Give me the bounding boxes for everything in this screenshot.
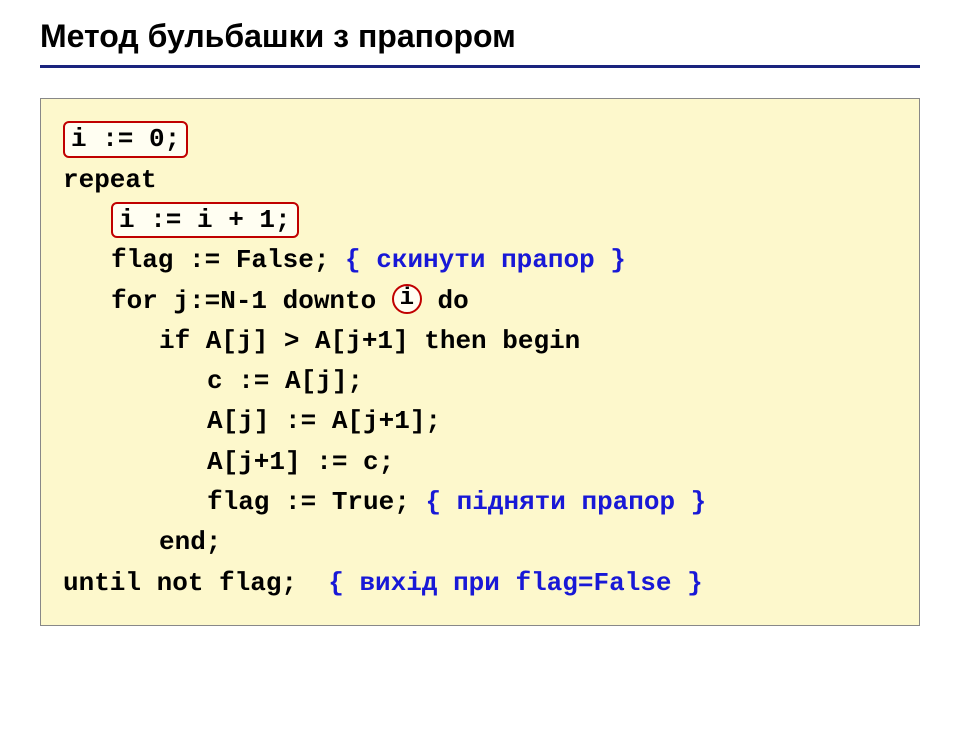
code-line-5: for j:=N-1 downto i do — [63, 281, 901, 321]
code-line-10: flag := True; { підняти прапор } — [63, 482, 901, 522]
code-text: flag := False; — [111, 245, 345, 275]
code-line-9: A[j+1] := с; — [63, 442, 901, 482]
code-text: flag := True; — [207, 487, 425, 517]
code-line-7: с := A[j]; — [63, 361, 901, 401]
code-text: for j:=N-1 downto — [111, 286, 392, 316]
code-comment: { підняти прапор } — [425, 487, 706, 517]
slide-container: Метод бульбашки з прапором i := 0; repea… — [0, 18, 960, 626]
code-block: i := 0; repeat i := i + 1; flag := False… — [40, 98, 920, 626]
code-line-1: i := 0; — [63, 119, 901, 160]
code-line-11: end; — [63, 522, 901, 562]
code-line-8: A[j] := A[j+1]; — [63, 401, 901, 441]
code-line-6: if A[j] > A[j+1] then begin — [63, 321, 901, 361]
code-comment: { вихід при flag=False } — [328, 568, 702, 598]
code-line-4: flag := False; { скинути прапор } — [63, 240, 901, 280]
code-line-12: until not flag; { вихід при flag=False } — [63, 563, 901, 603]
code-comment: { скинути прапор } — [345, 245, 626, 275]
code-line-2: repeat — [63, 160, 901, 200]
circled-i: i — [392, 284, 422, 314]
highlight-increment: i := i + 1; — [111, 202, 299, 239]
title-underline — [40, 65, 920, 68]
code-text: until not flag; — [63, 568, 328, 598]
slide-title: Метод бульбашки з прапором — [40, 18, 920, 55]
highlight-init: i := 0; — [63, 121, 188, 158]
code-text: do — [422, 286, 469, 316]
code-line-3: i := i + 1; — [63, 200, 901, 241]
